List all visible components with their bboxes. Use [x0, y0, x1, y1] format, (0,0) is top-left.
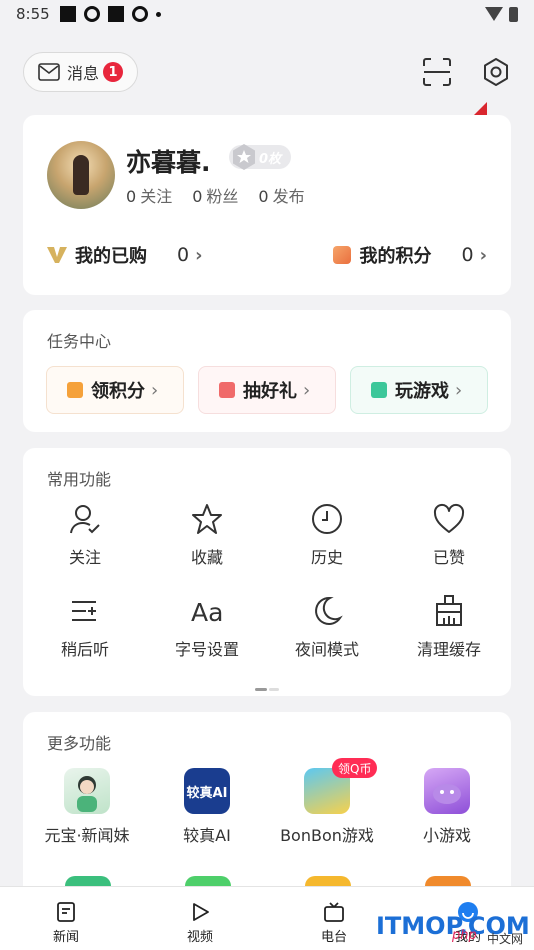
scan-icon: [423, 58, 451, 86]
task-center-card: 任务中心 领积分 › 抽好礼 › 玩游戏 ›: [23, 310, 511, 432]
liked-item[interactable]: 已赞: [399, 502, 499, 568]
fans-stat[interactable]: 0 粉丝: [192, 183, 238, 207]
chevron-right-icon: ›: [151, 379, 159, 401]
task-center-title: 任务中心: [47, 332, 112, 351]
clear-cache-item[interactable]: 清理缓存: [399, 594, 499, 660]
favorites-item[interactable]: 收藏: [157, 502, 257, 568]
list-add-icon: [72, 601, 96, 621]
profile-card: 亦暮暮. 0枚 0 关注 0 粉丝 0 发布 我的已购 0 › 我的积分 0 ›: [23, 115, 511, 295]
history-item[interactable]: 历史: [277, 502, 377, 568]
profile-row: 我的已购 0 › 我的积分 0 ›: [47, 241, 487, 269]
play-icon: [193, 903, 209, 921]
chevron-right-icon: ›: [303, 379, 311, 401]
app-bonbon-game[interactable]: 领Q币 BonBon游戏: [267, 758, 387, 846]
more-functions-card: 更多功能 元宝·新闻妹 较真AI 较真AI 领Q币 BonBon游戏 小游戏: [23, 712, 511, 912]
profile-stats: 0 关注 0 粉丝 0 发布: [126, 183, 305, 207]
font-size-icon: Aa: [191, 598, 223, 627]
points-icon: [333, 246, 352, 264]
font-size-item[interactable]: Aa 字号设置: [157, 594, 257, 660]
watermark-small: 中文网: [487, 932, 524, 946]
broom-icon: [436, 595, 462, 626]
bonbon-game-icon: 领Q币: [304, 758, 378, 814]
scan-button[interactable]: [421, 56, 453, 88]
mail-icon: [38, 63, 60, 81]
page-indicator: [255, 676, 279, 691]
star-icon: [192, 504, 222, 534]
user-check-icon: [70, 505, 100, 534]
notification-icon: [59, 6, 76, 22]
heart-icon: [433, 503, 465, 533]
task-play-games[interactable]: 玩游戏 ›: [350, 366, 488, 414]
notification-icon: [107, 6, 124, 22]
app-mini-game[interactable]: 小游戏: [387, 768, 507, 846]
follow-item[interactable]: 关注: [35, 502, 135, 568]
coin-badge-label: 0枚: [259, 151, 282, 167]
notification-icon: [83, 6, 100, 22]
task-lottery[interactable]: 抽好礼 ›: [198, 366, 336, 414]
coin-icon: [233, 144, 255, 170]
battery-icon: [509, 6, 518, 22]
ticket-icon: [219, 382, 235, 398]
more-functions-title: 更多功能: [47, 734, 112, 753]
yuanbao-icon: [64, 768, 110, 814]
more-notifications-icon: [155, 11, 161, 17]
messages-label: 消息: [67, 64, 100, 83]
posts-stat[interactable]: 0 发布: [258, 183, 304, 207]
app-yuanbao[interactable]: 元宝·新闻妹: [27, 768, 147, 846]
gear-icon: [484, 58, 508, 86]
messages-badge: 1: [103, 62, 124, 82]
common-functions-title: 常用功能: [47, 470, 112, 489]
status-time: 8:55: [16, 5, 50, 23]
tab-news[interactable]: 新闻: [36, 901, 96, 945]
clock-icon: [312, 504, 342, 534]
gamepad-icon: [371, 382, 387, 398]
news-icon: [57, 902, 75, 922]
status-bar: 8:55: [0, 0, 534, 28]
listen-later-item[interactable]: 稍后听: [35, 594, 135, 660]
points-link[interactable]: 我的积分 0 ›: [333, 242, 487, 268]
gift-icon: [67, 382, 83, 398]
chevron-right-icon: ›: [195, 244, 203, 266]
app-jiaozhen-ai[interactable]: 较真AI 较真AI: [147, 768, 267, 846]
notification-icon: [131, 6, 148, 22]
moon-icon: [315, 596, 343, 625]
messages-button[interactable]: 消息 1: [23, 52, 139, 92]
mini-game-icon: [424, 768, 470, 814]
svg-text:Aa: Aa: [191, 598, 223, 627]
common-functions-card: 常用功能 关注 收藏 历史 已赞 稍后听 Aa 字号设置 夜间模式 清理缓存: [23, 448, 511, 696]
avatar[interactable]: [47, 141, 115, 209]
chevron-right-icon: ›: [479, 244, 487, 266]
jiaozhen-ai-icon: 较真AI: [184, 768, 230, 814]
tab-video[interactable]: 视频: [170, 901, 230, 945]
watermark-php: php: [452, 928, 477, 943]
username[interactable]: 亦暮暮.: [126, 143, 211, 179]
coin-badge[interactable]: 0枚: [229, 144, 292, 170]
chevron-right-icon: ›: [455, 379, 463, 401]
following-stat[interactable]: 0 关注: [126, 183, 172, 207]
wifi-icon: [485, 7, 503, 21]
promo-badge: 领Q币: [332, 758, 378, 778]
purchased-link[interactable]: 我的已购 0 ›: [47, 242, 203, 268]
v-icon: [47, 247, 67, 263]
task-get-points[interactable]: 领积分 ›: [46, 366, 184, 414]
tab-radio[interactable]: 电台: [304, 901, 364, 945]
night-mode-item[interactable]: 夜间模式: [277, 594, 377, 660]
settings-button[interactable]: [480, 56, 512, 88]
radio-icon: [324, 902, 344, 922]
